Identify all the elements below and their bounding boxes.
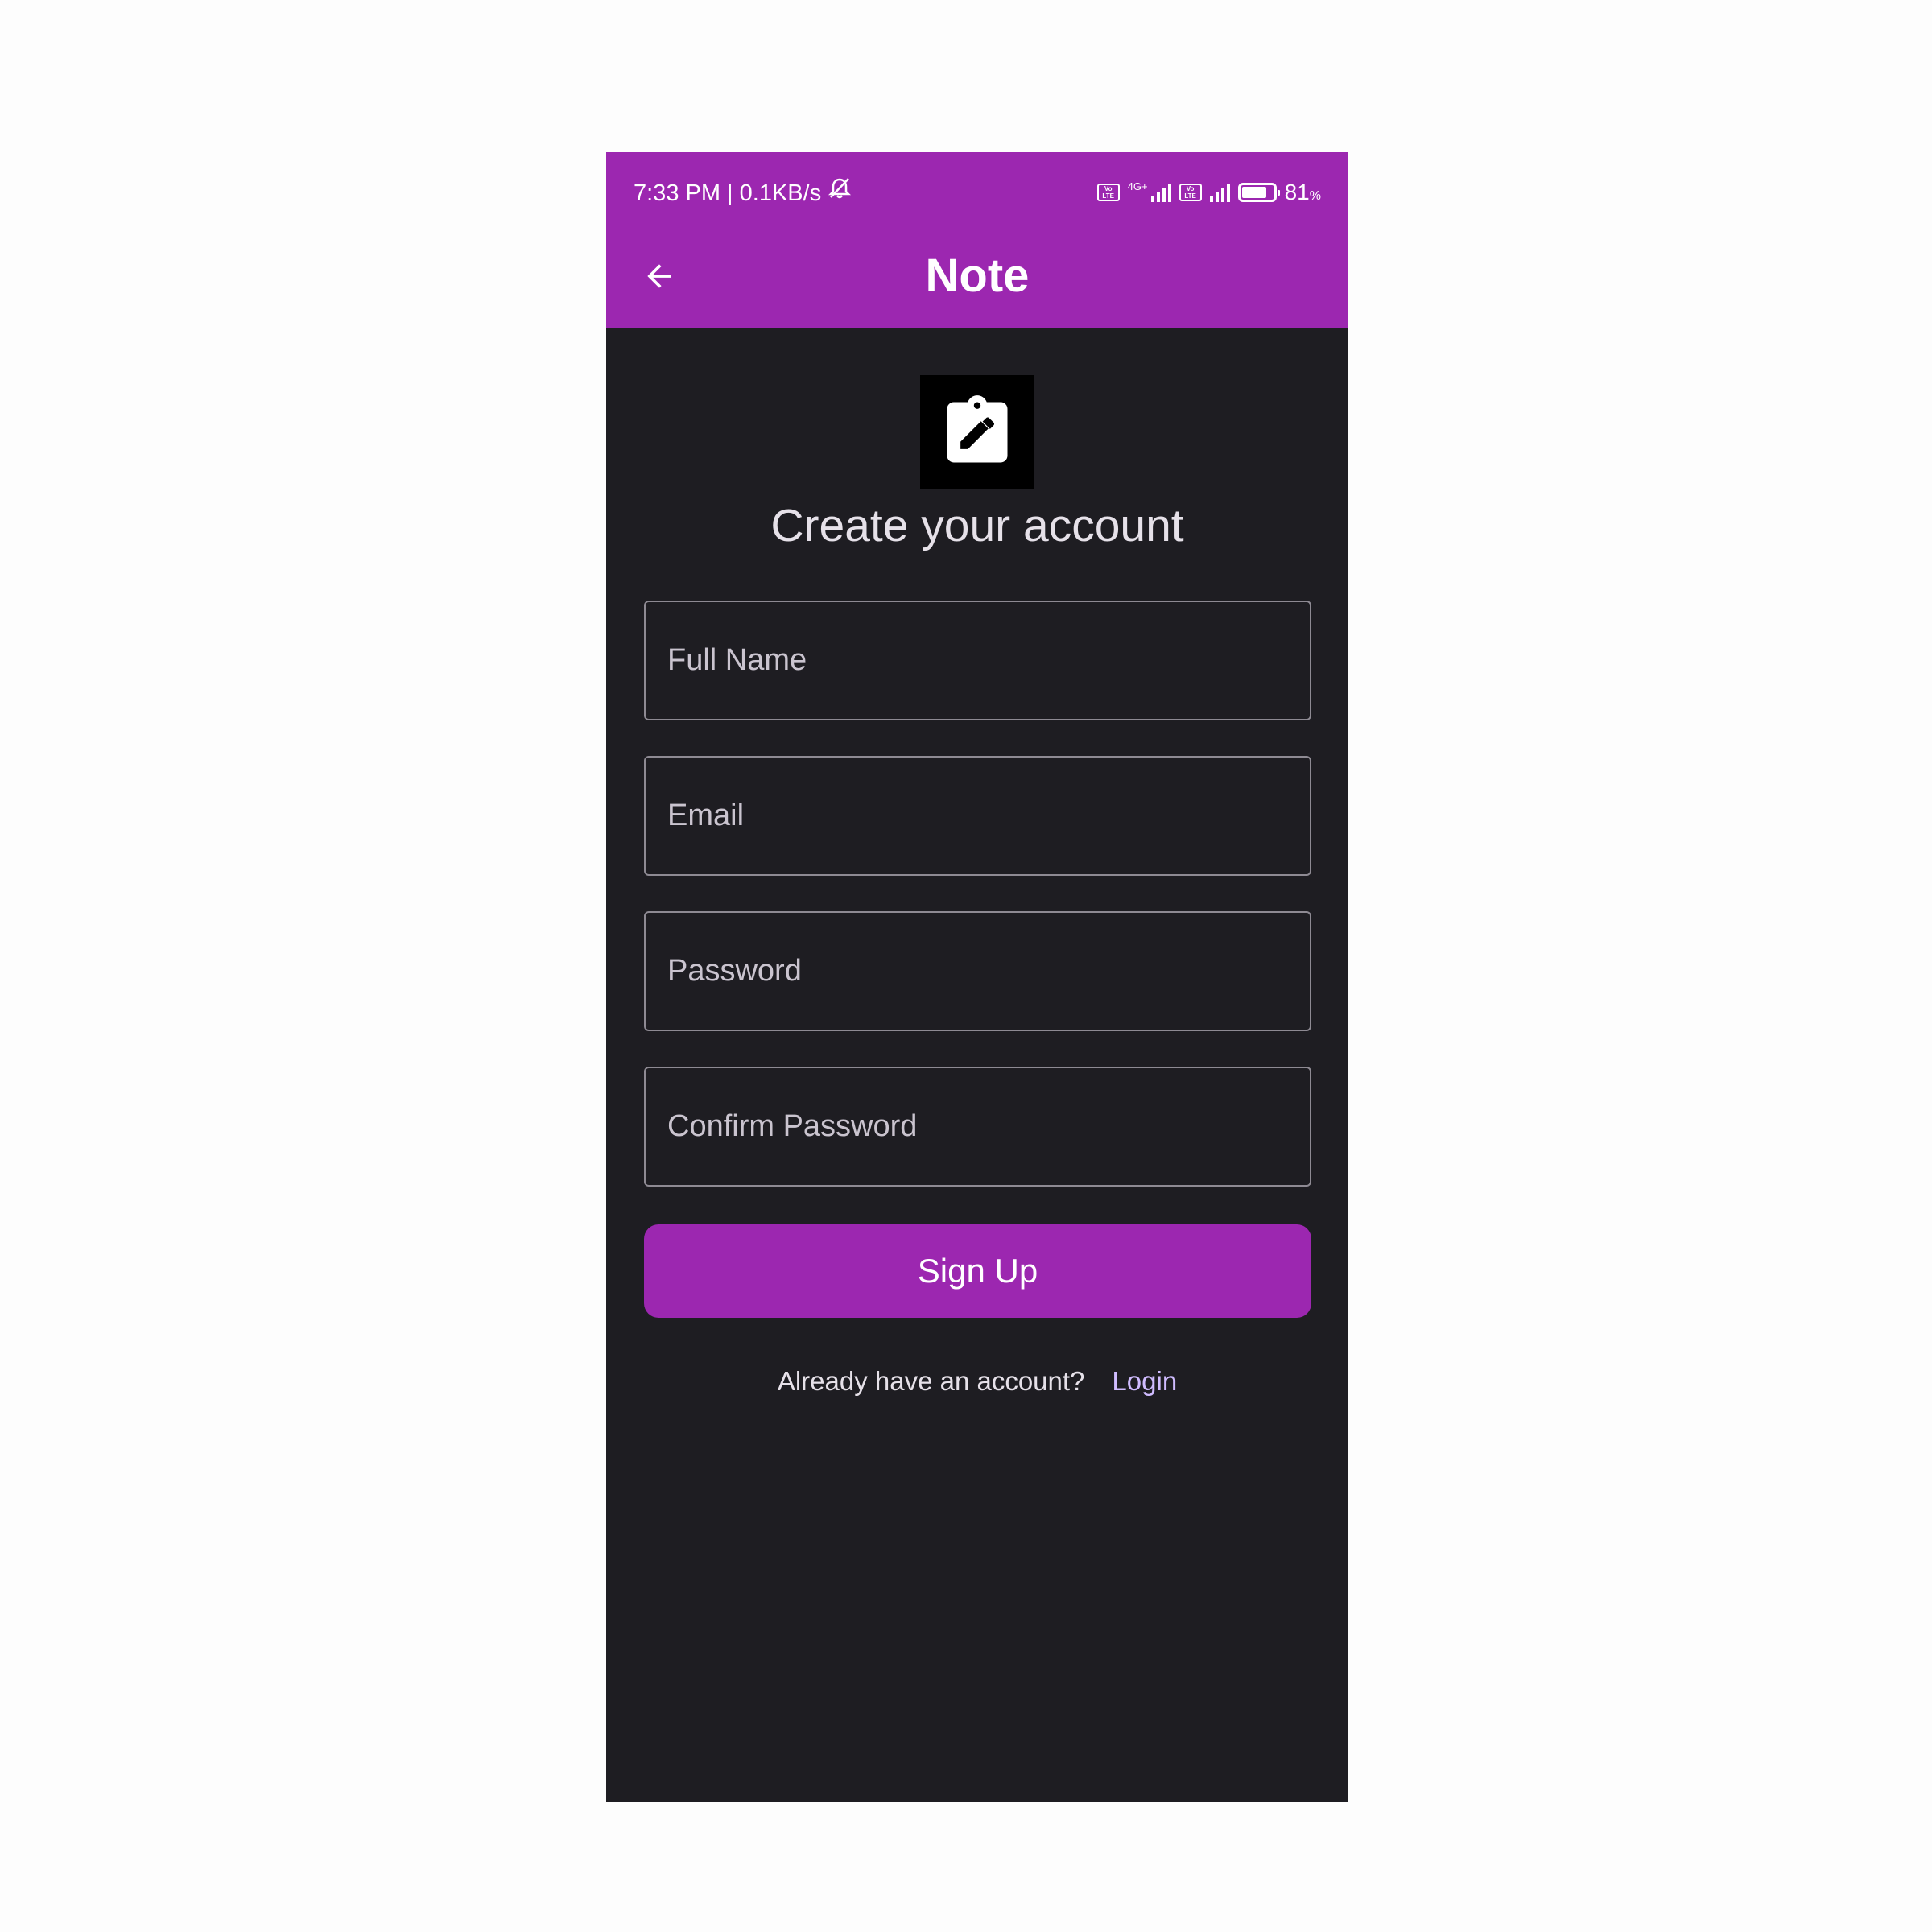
volte-icon: Vo LTE	[1096, 184, 1120, 201]
status-time: 7:33 PM | 0.1KB/s	[634, 180, 822, 206]
phone-screen: 7:33 PM | 0.1KB/s Vo LTE 4G+ Vo LTE 81% …	[606, 152, 1348, 1802]
page-title: Note	[925, 250, 1030, 302]
signal-icon	[1150, 183, 1171, 202]
status-bar: 7:33 PM | 0.1KB/s Vo LTE 4G+ Vo LTE 81%	[606, 176, 1348, 208]
volte-icon: Vo LTE	[1179, 184, 1202, 201]
battery-icon	[1237, 183, 1280, 202]
login-prompt-row: Already have an account? Login	[606, 1361, 1348, 1402]
password-input[interactable]	[644, 911, 1311, 1031]
mute-alarm-icon	[826, 176, 853, 209]
login-prompt-text: Already have an account?	[777, 1366, 1085, 1396]
signup-button[interactable]: Sign Up	[644, 1224, 1311, 1318]
form-heading: Create your account	[770, 500, 1184, 551]
email-input[interactable]	[644, 756, 1311, 876]
network-type: 4G+	[1127, 180, 1148, 192]
signal-icon	[1209, 183, 1230, 202]
full-name-input[interactable]	[644, 601, 1311, 720]
app-bar: 7:33 PM | 0.1KB/s Vo LTE 4G+ Vo LTE 81% …	[606, 152, 1348, 328]
battery-percent: 81%	[1284, 180, 1321, 204]
login-link[interactable]: Login	[1112, 1366, 1177, 1396]
app-logo	[920, 375, 1034, 489]
status-left: 7:33 PM | 0.1KB/s	[634, 176, 853, 209]
status-right: Vo LTE 4G+ Vo LTE 81%	[1096, 176, 1321, 208]
confirm-password-input[interactable]	[644, 1067, 1311, 1187]
clipboard-edit-icon	[947, 394, 1007, 462]
